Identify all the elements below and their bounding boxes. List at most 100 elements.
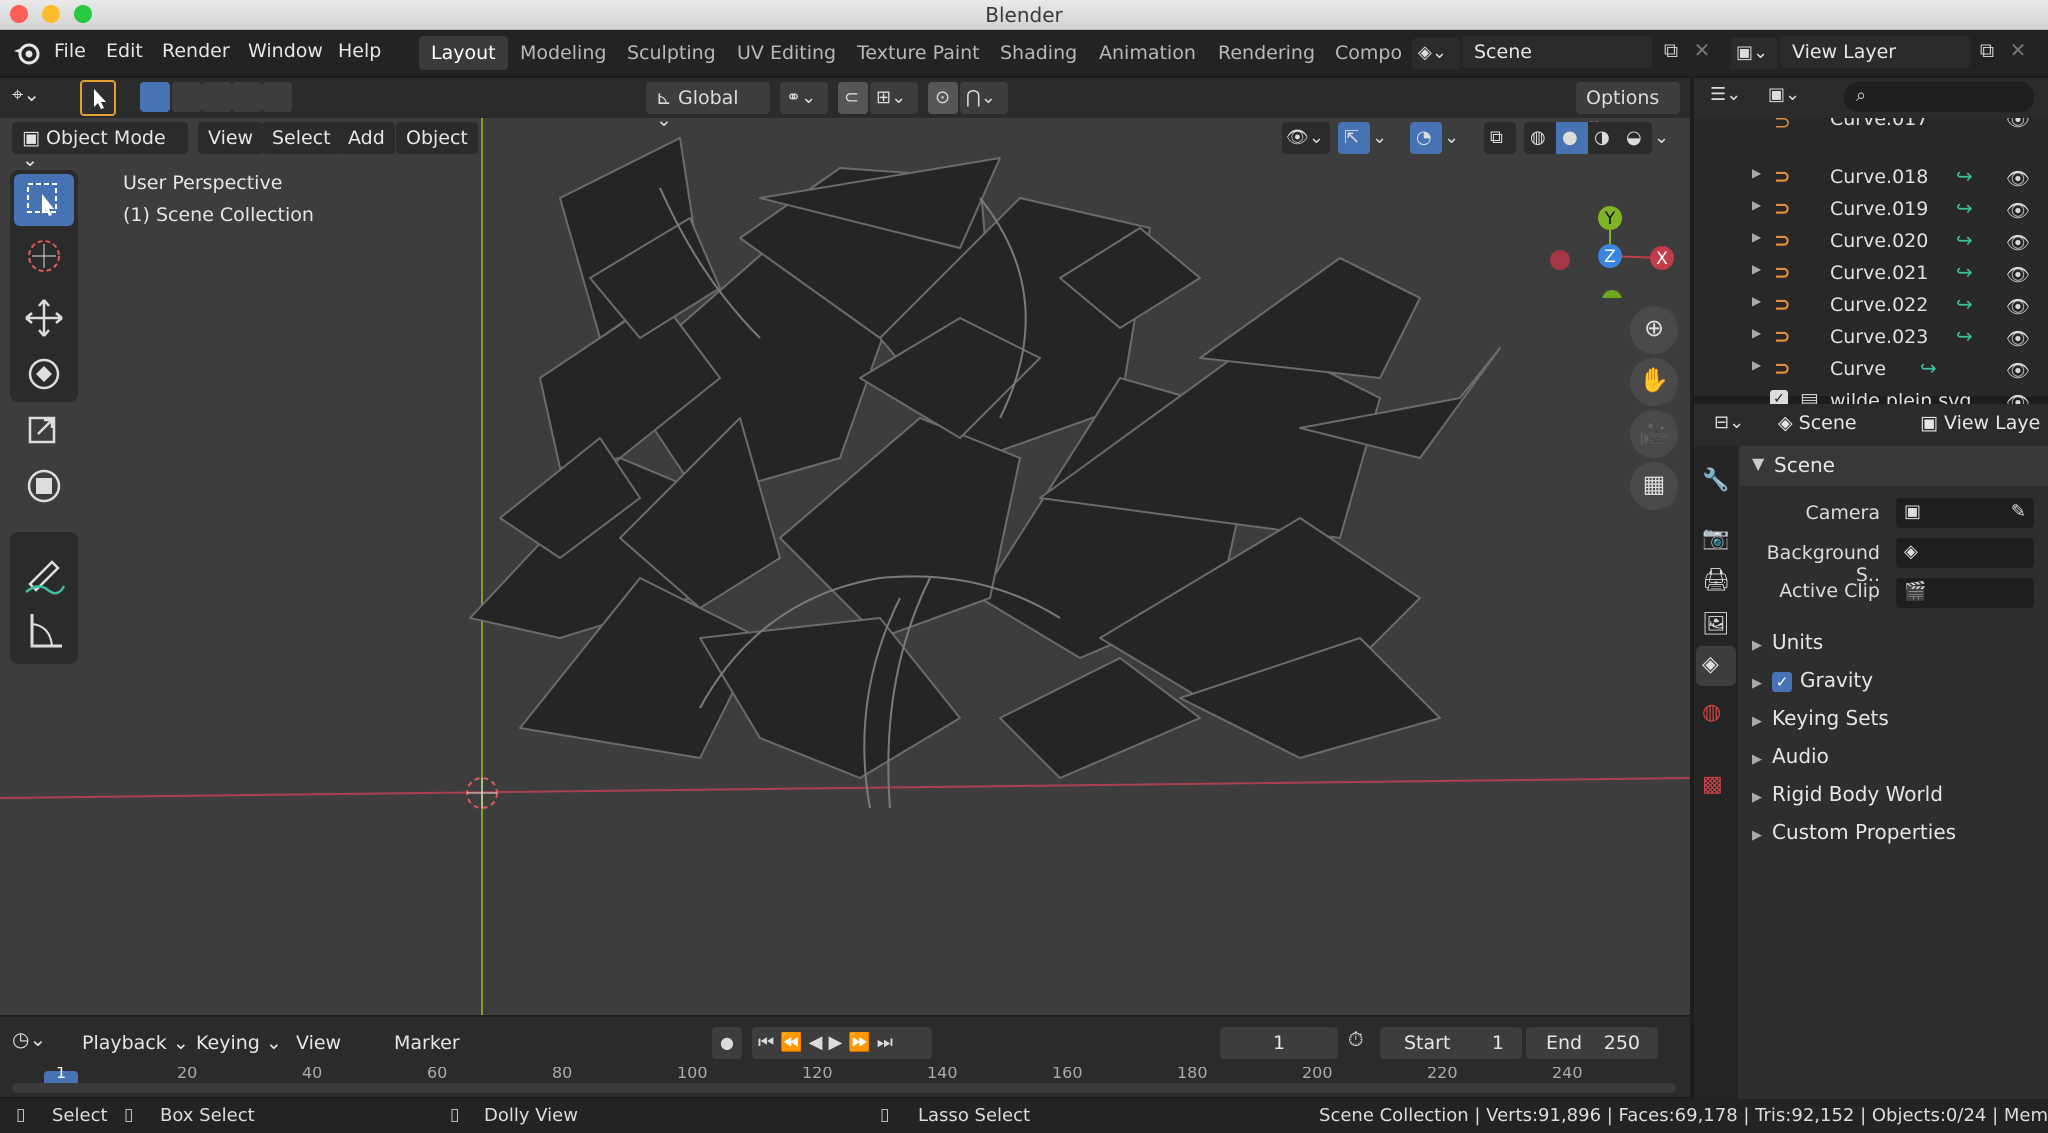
timeline-view-menu[interactable]: View bbox=[286, 1027, 352, 1059]
timeline-playback-menu[interactable]: Playback ⌄ bbox=[72, 1027, 199, 1059]
tab-rendering[interactable]: Rendering bbox=[1206, 36, 1327, 70]
camera-view-icon[interactable]: 🎥 bbox=[1630, 410, 1678, 458]
zoom-view-icon[interactable]: ⊕ bbox=[1630, 306, 1678, 354]
timeline-marker-menu[interactable]: Marker bbox=[384, 1027, 470, 1059]
properties-view-layer-selector[interactable]: ▣ View Laye bbox=[1920, 412, 2040, 434]
expand-arrow-icon[interactable]: ▶ bbox=[1752, 166, 1761, 180]
world-properties-tab-icon[interactable]: ◍ bbox=[1702, 700, 1721, 725]
outliner-row-curve[interactable]: ▶ ⊃ Curve ↪ 👁 bbox=[1694, 354, 2048, 386]
eye-icon[interactable]: 👁 bbox=[2006, 118, 2030, 131]
curve-data-icon[interactable]: ↪ bbox=[1956, 228, 1973, 252]
start-frame-field[interactable]: Start 1 bbox=[1380, 1027, 1522, 1059]
eye-icon[interactable]: 👁 bbox=[2006, 263, 2030, 286]
delete-view-layer-icon[interactable]: ✕ bbox=[2004, 38, 2032, 68]
new-scene-icon[interactable]: ⧉ bbox=[1656, 38, 1686, 68]
camera-field[interactable]: ▣ ✎ bbox=[1896, 498, 2034, 528]
view-layer-browse-icon[interactable]: ▣⌄ bbox=[1730, 38, 1778, 70]
panel-audio[interactable]: ▶ Audio bbox=[1752, 744, 1829, 768]
background-scene-field[interactable]: ◈ bbox=[1896, 538, 2034, 568]
menu-render[interactable]: Render bbox=[162, 40, 230, 62]
properties-editor-type-icon[interactable]: ⊟⌄ bbox=[1714, 412, 1758, 440]
3d-viewport[interactable]: ⌖⌄ ⊾ Global ⌄ ⚭⌄ ⊂ ⊞⌄ ⊙ ⋂⌄ Options ⌄ ▣ O… bbox=[0, 78, 1690, 1015]
curve-data-icon[interactable]: ↪ bbox=[1920, 356, 1937, 380]
display-mode-icon[interactable]: ▣⌄ bbox=[1768, 84, 1816, 112]
panel-gravity[interactable]: ▶ ✓ Gravity bbox=[1752, 668, 1873, 692]
view-layer-properties-tab-icon[interactable]: 🖼 bbox=[1702, 612, 1730, 637]
eye-icon[interactable]: 👁 bbox=[2006, 231, 2030, 254]
curve-data-icon[interactable]: ↪ bbox=[1956, 292, 1973, 316]
eye-icon[interactable]: 👁 bbox=[2006, 295, 2030, 318]
timeline-ruler[interactable]: 1 20 40 60 80 100 120 140 160 180 200 220 240 bbox=[0, 1067, 1690, 1097]
expand-arrow-icon[interactable]: ▶ bbox=[1752, 262, 1761, 276]
scale-tool[interactable] bbox=[14, 404, 74, 456]
expand-arrow-icon[interactable]: ▶ bbox=[1752, 294, 1761, 308]
outliner-row-curve[interactable]: ▶ ⊃ Curve.023 ↪ 👁 bbox=[1694, 322, 2048, 354]
eyedropper-icon[interactable]: ✎ bbox=[2011, 501, 2026, 522]
eye-icon[interactable]: 👁 bbox=[2006, 327, 2030, 350]
expand-arrow-icon[interactable]: ▶ bbox=[1752, 358, 1761, 372]
outliner-row-curve[interactable]: ▶ ⊃ Curve.020 ↪ 👁 bbox=[1694, 226, 2048, 258]
scene-browse-icon[interactable]: ◈⌄ bbox=[1412, 38, 1460, 70]
active-clip-field[interactable]: 🎬 bbox=[1896, 578, 2034, 608]
outliner-row-curve[interactable]: ▶ ⊃ Curve.018 ↪ 👁 bbox=[1694, 162, 2048, 194]
tab-texture-paint[interactable]: Texture Paint bbox=[845, 36, 992, 70]
view-layer-field[interactable]: View Layer bbox=[1780, 36, 1970, 68]
expand-arrow-icon[interactable]: ▶ bbox=[1752, 198, 1761, 212]
prev-keyframe-icon[interactable]: ⏪ bbox=[780, 1032, 808, 1053]
expand-arrow-icon[interactable]: ▶ bbox=[1752, 326, 1761, 340]
jump-start-icon[interactable]: ⏮ bbox=[758, 1032, 780, 1053]
outliner-row-curve[interactable]: ▶ ⊃ Curve.019 ↪ 👁 bbox=[1694, 194, 2048, 226]
tab-sculpting[interactable]: Sculpting bbox=[615, 36, 728, 70]
tool-properties-tab-icon[interactable]: 🔧 bbox=[1702, 468, 1729, 493]
tab-shading[interactable]: Shading bbox=[988, 36, 1089, 70]
timeline-editor-type-icon[interactable]: ◷⌄ bbox=[12, 1027, 62, 1059]
outliner-row-curve[interactable]: ▶ ⊃ Curve.022 ↪ 👁 bbox=[1694, 290, 2048, 322]
timeline-scrollbar[interactable] bbox=[12, 1083, 1676, 1093]
eye-icon[interactable]: 👁 bbox=[2006, 199, 2030, 222]
tab-layout[interactable]: Layout bbox=[419, 36, 508, 70]
play-icon[interactable]: ▶ bbox=[828, 1032, 848, 1053]
perspective-toggle-grid-icon[interactable]: ▦ bbox=[1630, 462, 1678, 510]
gravity-checkbox-icon[interactable]: ✓ bbox=[1772, 672, 1792, 692]
select-box-tool[interactable] bbox=[14, 174, 74, 226]
measure-tool[interactable] bbox=[14, 604, 74, 656]
panel-rigid-body-world[interactable]: ▶ Rigid Body World bbox=[1752, 782, 1943, 806]
tab-modeling[interactable]: Modeling bbox=[508, 36, 618, 70]
properties-scene-selector[interactable]: ◈ Scene bbox=[1778, 412, 1857, 434]
transform-tool[interactable] bbox=[14, 460, 74, 512]
navigation-gizmo[interactable]: Y Z X bbox=[1530, 168, 1680, 298]
cursor-tool[interactable] bbox=[14, 230, 74, 282]
rotate-tool[interactable] bbox=[14, 348, 74, 400]
outliner-row-curve[interactable]: ▶ ⊃ Curve.021 ↪ 👁 bbox=[1694, 258, 2048, 290]
pan-view-hand-icon[interactable]: ✋ bbox=[1630, 358, 1678, 406]
play-reverse-icon[interactable]: ◀ bbox=[809, 1032, 829, 1053]
texture-properties-tab-icon[interactable]: ▩ bbox=[1702, 772, 1723, 797]
panel-units[interactable]: ▶ Units bbox=[1752, 630, 1823, 654]
menu-edit[interactable]: Edit bbox=[106, 40, 143, 62]
jump-end-icon[interactable]: ⏭ bbox=[877, 1032, 899, 1053]
menu-help[interactable]: Help bbox=[338, 40, 381, 62]
expand-arrow-icon[interactable]: ▶ bbox=[1752, 230, 1761, 244]
outliner-search-input[interactable]: ⌕ bbox=[1844, 82, 2034, 112]
delete-scene-icon[interactable]: ✕ bbox=[1688, 38, 1716, 68]
panel-custom-properties[interactable]: ▶ Custom Properties bbox=[1752, 820, 1956, 844]
menu-window[interactable]: Window bbox=[248, 40, 323, 62]
scene-name-field[interactable]: Scene bbox=[1462, 36, 1652, 68]
record-icon[interactable]: ● bbox=[712, 1027, 742, 1059]
curve-data-icon[interactable]: ↪ bbox=[1956, 260, 1973, 284]
scene-panel-header[interactable]: ▼ Scene bbox=[1740, 446, 2048, 486]
end-frame-field[interactable]: End 250 bbox=[1526, 1027, 1658, 1059]
timeline-keying-menu[interactable]: Keying ⌄ bbox=[186, 1027, 292, 1059]
scene-properties-tab-icon[interactable]: ◈ bbox=[1696, 646, 1736, 686]
output-properties-tab-icon[interactable]: 🖨 bbox=[1702, 568, 1730, 593]
move-tool[interactable] bbox=[14, 292, 74, 344]
preview-range-icon[interactable]: ⏱ bbox=[1348, 1027, 1378, 1059]
curve-data-icon[interactable]: ↪ bbox=[1956, 324, 1973, 348]
panel-keying-sets[interactable]: ▶ Keying Sets bbox=[1752, 706, 1889, 730]
render-properties-tab-icon[interactable]: 📷 bbox=[1702, 526, 1729, 551]
tab-uv-editing[interactable]: UV Editing bbox=[725, 36, 848, 70]
blender-logo-icon[interactable] bbox=[12, 39, 42, 67]
eye-icon[interactable]: 👁 bbox=[2006, 359, 2030, 382]
tab-animation[interactable]: Animation bbox=[1087, 36, 1208, 70]
eye-icon[interactable]: 👁 bbox=[2006, 167, 2030, 190]
